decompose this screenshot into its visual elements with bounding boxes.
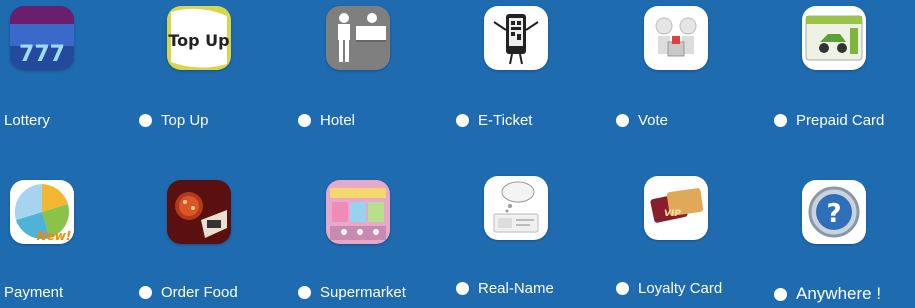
service-tile-anywhere[interactable]: ? Anywhere ! [760, 0, 910, 303]
question-mark-text: ? [826, 199, 841, 229]
real-name-icon [484, 176, 548, 240]
service-tile-payment[interactable]: New! Payment [0, 0, 118, 301]
service-tile-supermarket[interactable]: Supermarket [284, 0, 434, 301]
bullet-dot [298, 286, 311, 299]
service-tile-real-name[interactable]: Real-Name [442, 0, 592, 297]
bullet-dot [774, 287, 787, 301]
service-tile-order-food[interactable]: Order Food [125, 0, 275, 301]
service-tile-loyalty-card[interactable]: VIP Loyalty Card [602, 0, 752, 297]
service-label-supermarket: Supermarket [298, 284, 406, 301]
service-label-anywhere: Anywhere ! [774, 284, 881, 304]
order-food-icon [167, 180, 231, 244]
payment-icon: New! [10, 180, 74, 244]
bullet-dot [139, 286, 152, 299]
vip-card-text: VIP [664, 209, 681, 219]
new-badge-text: New! [37, 229, 72, 243]
supermarket-icon [326, 180, 390, 244]
bullet-dot [616, 282, 629, 295]
loyalty-card-icon: VIP [644, 176, 708, 240]
service-label-payment: Payment [4, 284, 64, 301]
service-label-order-food: Order Food [139, 284, 238, 301]
bullet-dot [456, 282, 469, 295]
service-label-real-name: Real-Name [456, 280, 554, 297]
anywhere-icon: ? [802, 180, 866, 244]
service-label-loyalty-card: Loyalty Card [616, 280, 722, 297]
